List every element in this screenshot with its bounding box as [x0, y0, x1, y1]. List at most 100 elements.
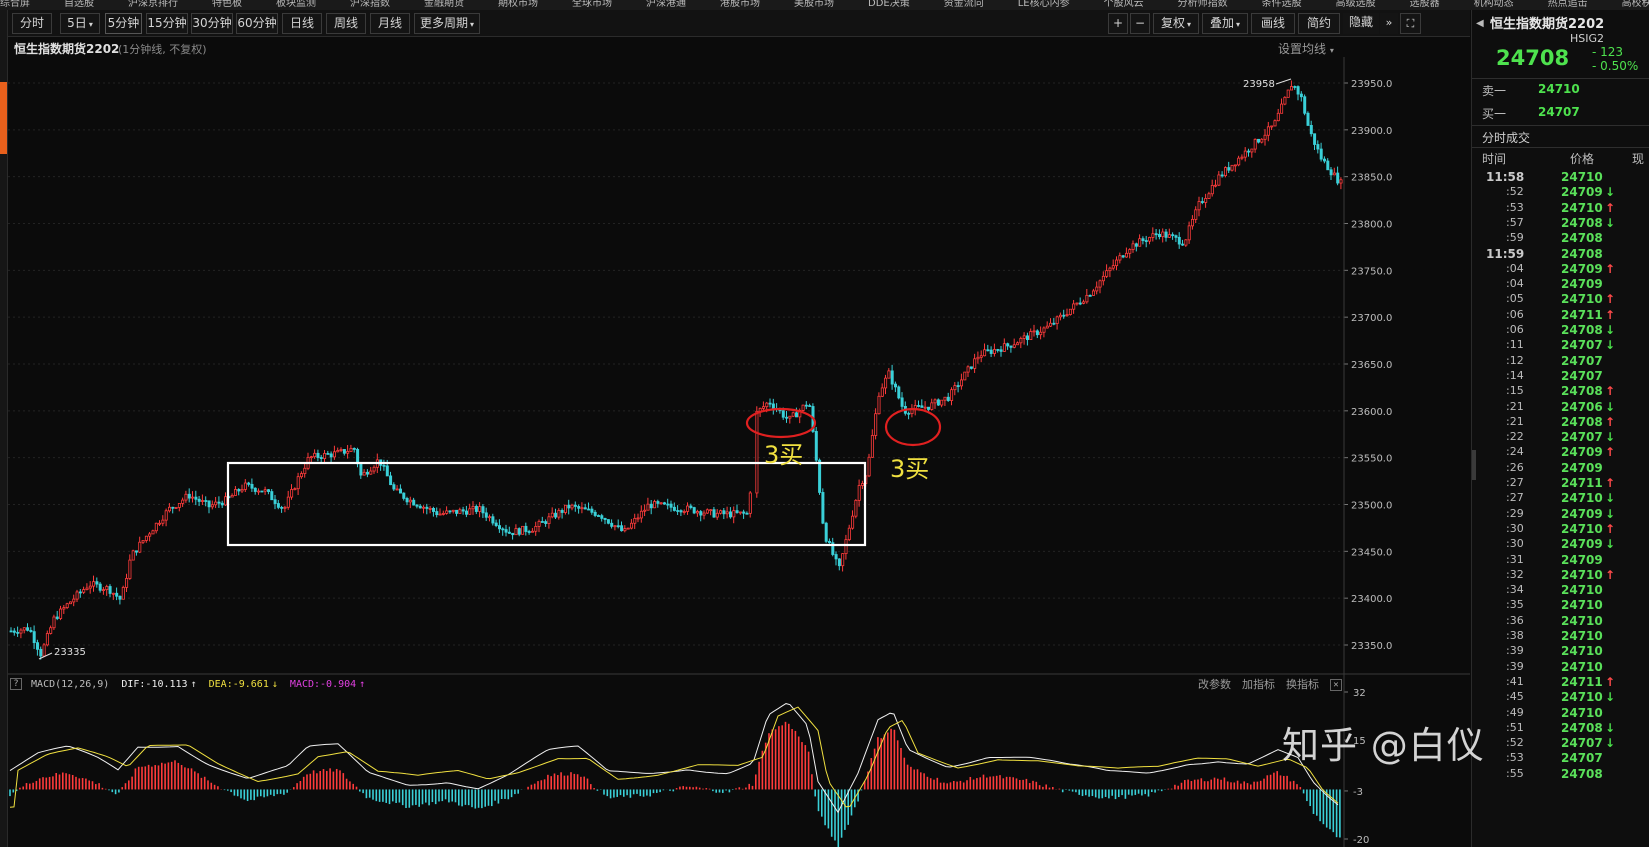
period-tab-15min[interactable]: 15分钟: [146, 13, 188, 34]
top-nav-item[interactable]: 港股市场: [720, 0, 760, 9]
top-nav-item[interactable]: 板块监测: [276, 0, 316, 9]
zoom-out-button[interactable]: −: [1130, 13, 1150, 34]
period-tab-more[interactable]: 更多周期 ▾: [414, 13, 480, 34]
arrow-down-icon: ↓: [1605, 736, 1616, 751]
hide-button[interactable]: 隐藏: [1343, 13, 1379, 34]
tick-row: :59 24708: [1472, 231, 1649, 247]
top-nav-item[interactable]: 特色板: [212, 0, 242, 9]
candle-body: [610, 522, 614, 527]
chevron-down-icon: ▾: [88, 20, 93, 29]
top-nav-item[interactable]: 期权市场: [498, 0, 538, 9]
top-nav-item[interactable]: 自选股: [64, 0, 94, 9]
tick-time: :39: [1506, 659, 1524, 673]
dif-value: DIF:-10.113: [121, 679, 188, 690]
candle-body: [943, 396, 947, 401]
candle-body: [927, 406, 931, 410]
top-nav-item[interactable]: 沪深港通: [646, 0, 686, 9]
add-indicator-button[interactable]: 加指标: [1242, 677, 1275, 693]
change-params-button[interactable]: 改参数: [1198, 677, 1231, 693]
candle-body: [484, 512, 488, 518]
ma-settings-button[interactable]: 设置均线 ▾: [1278, 40, 1334, 57]
arrow-up-icon: ↑: [1605, 384, 1616, 399]
tick-time: :59: [1506, 231, 1524, 245]
help-button[interactable]: ?: [10, 678, 22, 690]
arrow-down-icon: ↓: [1605, 690, 1616, 705]
period-tab-5day[interactable]: 5日 ▾: [60, 13, 100, 34]
candle-body: [408, 499, 412, 503]
top-nav-item[interactable]: 分析师指数: [1178, 0, 1228, 9]
top-nav-item[interactable]: 高级选股: [1336, 0, 1376, 9]
candle-body: [1088, 294, 1092, 297]
top-nav-item[interactable]: 资金流向: [944, 0, 984, 9]
draw-line-button[interactable]: 画线: [1251, 13, 1295, 34]
period-tab-monthly[interactable]: 月线: [370, 13, 410, 34]
panel-scroll-handle[interactable]: [1472, 450, 1476, 480]
tick-time: :05: [1506, 292, 1524, 306]
candle-body: [418, 505, 422, 509]
candle-body: [897, 386, 901, 399]
candle-body: [636, 517, 640, 520]
top-nav-item[interactable]: 个股风云: [1104, 0, 1144, 9]
candle-body: [428, 508, 432, 510]
candle-body: [501, 528, 505, 531]
candle-body: [547, 516, 551, 524]
top-nav-item[interactable]: 沪深京排行: [128, 0, 178, 9]
period-tab-60min[interactable]: 60分钟: [236, 13, 278, 34]
switch-indicator-button[interactable]: 换指标: [1286, 677, 1319, 693]
top-nav-item[interactable]: DDE决策: [868, 0, 910, 9]
period-tab-5min[interactable]: 5分钟: [105, 13, 142, 34]
candle-body: [1042, 327, 1046, 333]
candle-body: [729, 511, 733, 518]
period-tab-daily[interactable]: 日线: [282, 13, 322, 34]
candle-body: [834, 554, 838, 560]
tick-time: :12: [1506, 353, 1524, 367]
candle-body: [372, 466, 376, 472]
tick-row: :39 24710: [1472, 660, 1649, 676]
top-nav-item[interactable]: 全球市场: [572, 0, 612, 9]
candle-body: [1055, 316, 1059, 324]
kline-chart[interactable]: 3买 3买 23958 23335 23950.023900.023850.02…: [8, 57, 1470, 847]
prev-symbol-icon[interactable]: ◀: [1476, 18, 1484, 29]
candle-body: [626, 527, 630, 530]
period-tab-30min[interactable]: 30分钟: [191, 13, 233, 34]
fuquan-button[interactable]: 复权 ▾: [1153, 13, 1199, 34]
candle-body: [1250, 148, 1254, 153]
candle-body: [108, 586, 112, 594]
quote-code: HSIG2: [1570, 32, 1605, 45]
period-tab-fenshi[interactable]: 分时: [12, 13, 52, 34]
top-nav-item[interactable]: LE核心内参: [1018, 0, 1070, 9]
overlay-button[interactable]: 叠加 ▾: [1202, 13, 1248, 34]
simple-mode-button[interactable]: 简约: [1298, 13, 1340, 34]
top-nav-item[interactable]: 沪深指数: [350, 0, 390, 9]
top-nav-item[interactable]: 条件选股: [1262, 0, 1302, 9]
tick-time: :36: [1506, 613, 1524, 627]
top-nav-item[interactable]: 美股市场: [794, 0, 834, 9]
top-nav-item[interactable]: 高校秩序: [1622, 0, 1649, 9]
tick-row: 11:59 24708: [1472, 247, 1649, 263]
high-price-label: 23958: [1243, 79, 1275, 90]
col-time-header: 时间: [1482, 152, 1507, 166]
top-nav-item[interactable]: 热点追击: [1548, 0, 1588, 9]
candle-body: [39, 648, 43, 657]
candle-body: [732, 510, 736, 518]
price-tick-label: 23550.0: [1351, 454, 1392, 465]
zoom-in-button[interactable]: +: [1108, 13, 1128, 34]
tick-row: :36 24710: [1472, 614, 1649, 630]
candle-body: [1187, 225, 1191, 241]
top-nav-item[interactable]: 金融期货: [424, 0, 464, 9]
candle-body: [194, 496, 198, 500]
candle-body: [184, 493, 188, 501]
top-nav-item[interactable]: 机构动态: [1474, 0, 1514, 9]
top-nav-item[interactable]: 综合屏: [0, 0, 30, 9]
candle-body: [880, 387, 884, 397]
candle-body: [200, 500, 204, 502]
tick-price: 24709: [1561, 537, 1603, 552]
period-tab-weekly[interactable]: 周线: [326, 13, 366, 34]
top-nav-item[interactable]: 选股器: [1410, 0, 1440, 9]
candle-body: [260, 490, 264, 493]
tick-time: :14: [1506, 368, 1524, 382]
close-icon[interactable]: ✕: [1330, 679, 1342, 691]
chart-area[interactable]: 3买 3买 23958 23335 23950.0 23900.0 23850.0 2…: [8, 57, 1470, 847]
expand-icon[interactable]: ⛶: [1400, 13, 1421, 34]
double-chevron-right-icon[interactable]: »: [1380, 13, 1398, 34]
